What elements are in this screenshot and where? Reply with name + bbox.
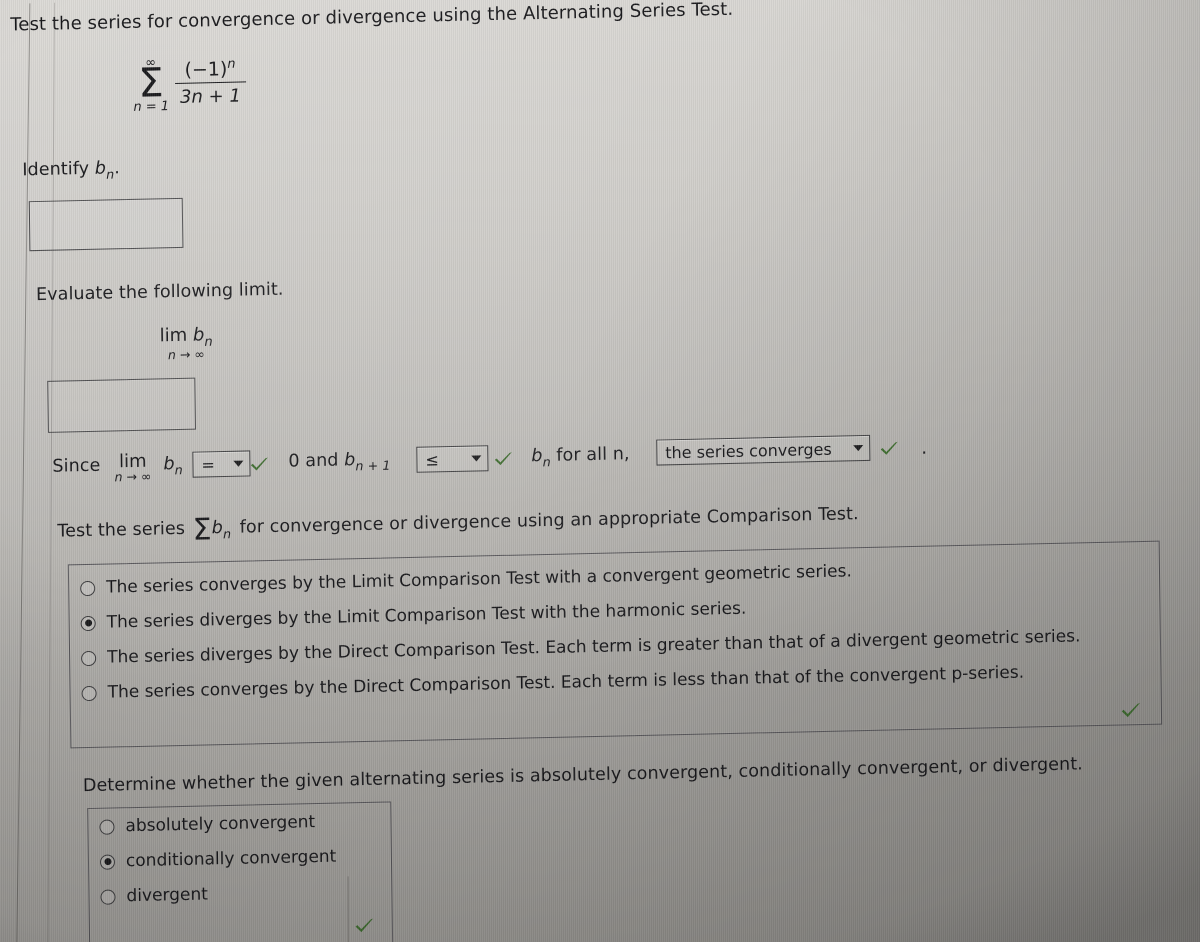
- comparison-sigma-glyph: Σ: [192, 512, 212, 548]
- radio-button[interactable]: [100, 888, 116, 905]
- dropdown-1-value: =: [201, 454, 215, 474]
- comparison-b-var: b: [211, 518, 224, 539]
- radio-button[interactable]: [81, 650, 97, 666]
- limit-expression: lim bn n → ∞: [159, 324, 213, 363]
- fraction-denominator: 3n + 1: [174, 81, 246, 108]
- check-mark-icon-5: [352, 913, 377, 939]
- radio-button[interactable]: [80, 580, 96, 596]
- final-option-1-label: absolutely convergent: [125, 812, 316, 837]
- limit-lim-text: lim: [159, 324, 194, 347]
- comparison-instruction-suffix: for convergence or divergence using an a…: [239, 504, 859, 538]
- dropdown-3-value: the series converges: [665, 439, 832, 462]
- homework-page: Test the series for convergence or diver…: [0, 0, 1200, 942]
- comparison-operator-dropdown-1[interactable]: =: [192, 450, 251, 478]
- second-b-sub: n + 1: [355, 457, 391, 474]
- radio-button[interactable]: [99, 853, 116, 870]
- evaluate-limit-label: Evaluate the following limit.: [35, 279, 284, 306]
- identify-label-var: b: [94, 158, 107, 179]
- third-b-var: b: [531, 446, 543, 467]
- fraction-numerator: (−1)n: [179, 56, 240, 83]
- final-option-3-label: divergent: [126, 884, 209, 907]
- identify-label-prefix: Identify: [22, 158, 95, 181]
- trailing-period: .: [921, 437, 928, 459]
- chevron-down-icon: [233, 460, 244, 467]
- photographed-screen: Test the series for convergence or diver…: [0, 0, 1200, 942]
- limit-var: b: [192, 324, 205, 346]
- since-limit-expression: lim n → ∞: [114, 451, 152, 485]
- page-edge-line: [15, 3, 31, 942]
- check-mark-icon-2: [491, 447, 515, 472]
- fraction: (−1)n 3n + 1: [174, 56, 246, 108]
- check-mark-icon-4: [1118, 697, 1144, 724]
- radio-button[interactable]: [81, 685, 97, 701]
- sigma-lower-limit: n = 1: [133, 99, 170, 116]
- since-word: Since: [52, 455, 101, 477]
- identify-label: Identify bn.: [22, 157, 120, 184]
- check-mark-icon-3: [877, 436, 901, 461]
- comparison-instruction: Test the series Σbn for convergence or d…: [57, 503, 859, 548]
- radio-button[interactable]: [99, 818, 115, 835]
- comparison-b-sub: n: [222, 526, 232, 542]
- mid-text: 0 and bn + 1: [288, 448, 390, 476]
- final-instruction: Determine whether the given alternating …: [82, 754, 1084, 797]
- identify-label-sub: n: [106, 166, 115, 182]
- third-bn-and-for-all: bn for all n,: [531, 443, 630, 470]
- check-mark-icon-1: [247, 452, 271, 477]
- numerator-base: (−1): [184, 57, 228, 81]
- comparison-operator-dropdown-2[interactable]: ≤: [416, 445, 489, 473]
- second-b-var: b: [344, 450, 356, 471]
- numerator-exponent: n: [227, 56, 236, 72]
- since-b-var: b: [163, 454, 175, 475]
- chevron-down-icon: [853, 445, 864, 452]
- identify-label-suffix: .: [114, 158, 120, 179]
- sigma-glyph: Σ: [137, 60, 164, 107]
- limit-answer-input[interactable]: [47, 377, 196, 433]
- final-option-divergent[interactable]: divergent: [100, 884, 208, 906]
- summation-operator: ∞ Σ n = 1: [133, 55, 170, 116]
- third-b-sub: n: [542, 454, 551, 470]
- for-all-text: for all n,: [556, 444, 630, 466]
- main-instruction: Test the series for convergence or diver…: [10, 0, 734, 36]
- limit-subscript: n → ∞: [167, 346, 205, 363]
- mid-text-label: 0 and: [288, 450, 339, 472]
- dropdown-2-value: ≤: [425, 449, 439, 470]
- since-lim-subscript: n → ∞: [114, 468, 152, 485]
- series-formula: ∞ Σ n = 1 (−1)n 3n + 1: [133, 54, 246, 116]
- limit-var-sub: n: [204, 334, 213, 350]
- since-bn: bn: [163, 453, 183, 479]
- since-b-sub: n: [174, 462, 183, 478]
- chevron-down-icon: [471, 455, 482, 462]
- conclusion-dropdown[interactable]: the series converges: [656, 434, 871, 466]
- comparison-instruction-prefix: Test the series: [57, 518, 186, 542]
- radio-button[interactable]: [80, 615, 96, 631]
